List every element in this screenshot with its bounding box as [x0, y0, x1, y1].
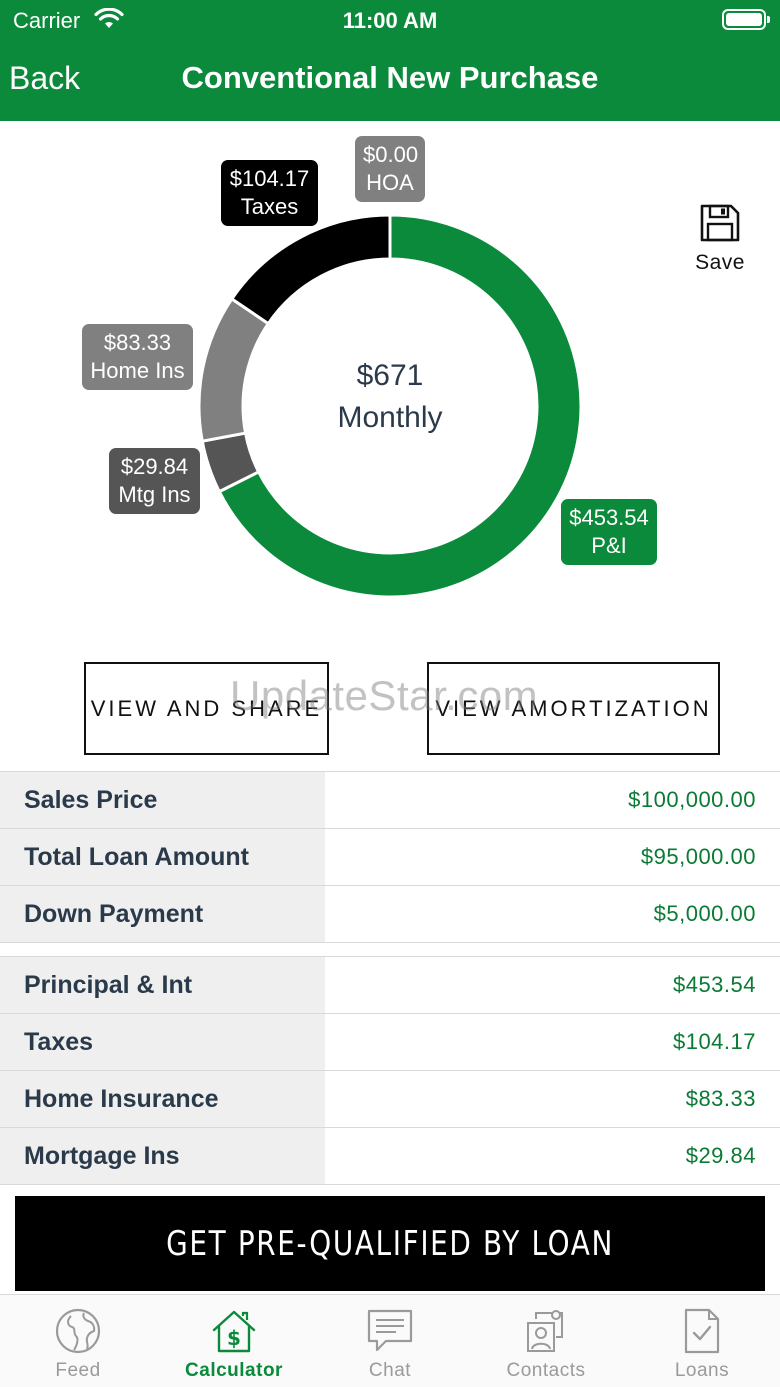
save-button[interactable]: Save: [690, 203, 750, 275]
row-value: $95,000.00: [640, 844, 756, 869]
table-row: Mortgage Ins $29.84: [0, 1128, 780, 1185]
row-label: Taxes: [0, 1014, 325, 1070]
tab-label: Chat: [368, 1360, 412, 1381]
house-dollar-icon: $: [212, 1310, 256, 1353]
battery-icon: [722, 9, 770, 30]
contacts-icon: [527, 1310, 563, 1352]
floppy-disk-icon: [700, 204, 740, 242]
view-amortization-button[interactable]: VIEW AMORTIZATION: [427, 662, 720, 755]
slice-name: P&I: [591, 533, 627, 558]
app-header: Carrier 11:00 AM Back Conventional New P…: [0, 0, 780, 121]
get-prequalified-label: GET PRE-QUALIFIED BY LOAN: [166, 1223, 614, 1264]
slice-value: $83.33: [103, 330, 172, 355]
slice-name: Home Ins: [90, 358, 185, 383]
row-label: Mortgage Ins: [0, 1128, 325, 1184]
table-row: Taxes $104.17: [0, 1014, 780, 1071]
table-row: Home Insurance $83.33: [0, 1071, 780, 1128]
table-row: Sales Price $100,000.00: [0, 772, 780, 829]
tab-feed[interactable]: Feed: [0, 1295, 156, 1387]
monthly-amount: $671: [356, 359, 424, 392]
slice-label-mtg-ins: $29.84 Mtg Ins: [109, 448, 200, 514]
table-row: Principal & Int $453.54: [0, 957, 780, 1014]
slice-value: $29.84: [120, 454, 189, 479]
document-check-icon: [684, 1308, 720, 1354]
slice-name: Mtg Ins: [118, 482, 191, 507]
row-value: $5,000.00: [653, 901, 756, 926]
status-time: 11:00 AM: [342, 8, 438, 33]
slice-value: $104.17: [229, 166, 310, 191]
svg-text:$: $: [227, 1326, 241, 1350]
row-value: $29.84: [685, 1143, 756, 1168]
status-bar: Carrier 11:00 AM: [0, 0, 780, 42]
slice-label-home-ins: $83.33 Home Ins: [82, 324, 193, 390]
slice-label-hoa: $0.00 HOA: [355, 136, 425, 202]
tab-bar: Feed $ Calculator Chat Contacts Loans: [0, 1294, 780, 1387]
loan-summary-table: Sales Price $100,000.00 Total Loan Amount $…: [0, 771, 780, 943]
globe-icon: [55, 1308, 101, 1354]
tab-chat[interactable]: Chat: [312, 1295, 468, 1387]
tab-label: Feed: [55, 1360, 101, 1381]
row-value: $83.33: [685, 1086, 756, 1111]
row-value: $100,000.00: [628, 787, 756, 812]
tab-calculator[interactable]: $ Calculator: [156, 1295, 312, 1387]
row-label: Principal & Int: [0, 957, 325, 1013]
chat-icon: [367, 1309, 413, 1352]
monthly-label: Monthly: [337, 401, 443, 434]
view-and-share-button[interactable]: VIEW AND SHARE: [84, 662, 329, 755]
slice-label-pi: $453.54 P&I: [561, 499, 657, 565]
donut-slice-home-ins: [197, 296, 271, 443]
tab-label: Loans: [674, 1360, 730, 1381]
row-label: Home Insurance: [0, 1071, 325, 1127]
payment-breakdown-table: Principal & Int $453.54 Taxes $104.17 Home I…: [0, 956, 780, 1185]
save-label: Save: [695, 251, 745, 274]
row-value: $453.54: [672, 972, 756, 997]
row-label: Sales Price: [0, 772, 325, 828]
table-row: Total Loan Amount $95,000.00: [0, 829, 780, 886]
slice-value: $0.00: [363, 142, 419, 167]
donut-slice-taxes: [229, 213, 392, 326]
tab-contacts[interactable]: Contacts: [468, 1295, 624, 1387]
row-label: Total Loan Amount: [0, 829, 325, 885]
get-prequalified-button[interactable]: GET PRE-QUALIFIED BY LOAN: [15, 1196, 765, 1291]
page-title: Conventional New Purchase: [181, 60, 599, 95]
payment-chart: $671 Monthly $104.17 Taxes $0.00 HOA $83…: [0, 121, 780, 651]
table-row: Down Payment $5,000.00: [0, 886, 780, 943]
tab-loans[interactable]: Loans: [624, 1295, 780, 1387]
tab-label: Calculator: [185, 1360, 283, 1381]
donut-center: $671 Monthly: [290, 359, 490, 435]
tab-label: Contacts: [506, 1360, 586, 1381]
row-value: $104.17: [672, 1029, 756, 1054]
slice-value: $453.54: [569, 505, 649, 530]
slice-label-taxes: $104.17 Taxes: [221, 160, 318, 226]
row-label: Down Payment: [0, 886, 325, 942]
slice-name: Taxes: [240, 194, 299, 219]
slice-name: HOA: [366, 170, 414, 195]
